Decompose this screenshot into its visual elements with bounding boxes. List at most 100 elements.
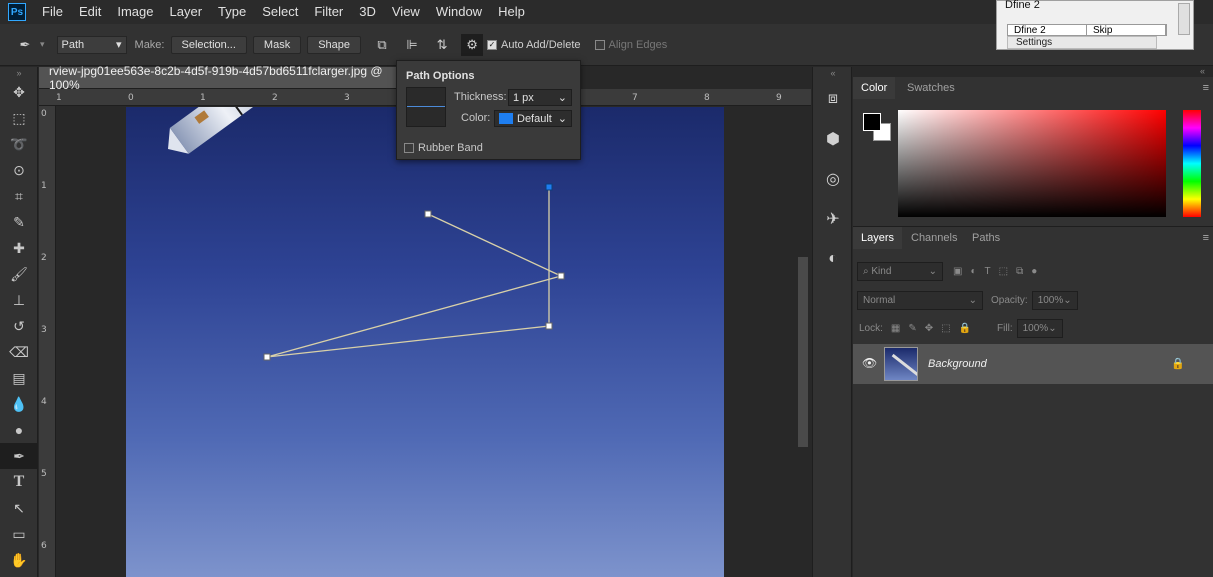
ruler-tick: 3 xyxy=(344,93,350,103)
color-picker-field[interactable] xyxy=(898,110,1166,217)
layer-row[interactable]: 👁 Background 🔒 xyxy=(853,344,1213,384)
collapse-icon[interactable]: » xyxy=(0,67,38,79)
tab-swatches[interactable]: Swatches xyxy=(899,77,963,99)
pen-tool-preset-icon[interactable]: ✒ xyxy=(14,34,36,56)
pen-tool-icon[interactable]: ✒ xyxy=(0,443,38,469)
menu-file[interactable]: File xyxy=(34,0,71,24)
path-color-select[interactable]: Default ⌄ xyxy=(494,110,572,127)
path-selection-tool-icon[interactable]: ↖ xyxy=(0,495,38,521)
smart-object-filter-icon[interactable]: ⧉ xyxy=(1016,266,1023,277)
lock-pixels-icon[interactable]: ✎ xyxy=(908,323,916,334)
dfine-row-left[interactable]: Dfine 2 xyxy=(1008,25,1087,36)
plugin-panel-icon[interactable]: ✈ xyxy=(813,199,853,239)
layer-kind-filter[interactable]: ⌕ Kind ⌄ xyxy=(857,262,943,281)
eraser-tool-icon[interactable]: ⌫ xyxy=(0,339,38,365)
adjustments-panel-icon[interactable]: ◎ xyxy=(813,159,853,199)
auto-add-delete-checkbox[interactable]: ✓ xyxy=(487,39,498,50)
lock-artboard-icon[interactable]: ⬚ xyxy=(941,323,950,334)
foreground-color-swatch[interactable] xyxy=(863,113,881,131)
path-operations-icon[interactable]: ⧉ xyxy=(371,34,393,56)
menu-3d[interactable]: 3D xyxy=(351,0,384,24)
collapse-icon[interactable]: « xyxy=(813,67,853,79)
lock-position-icon[interactable]: ✥ xyxy=(925,323,933,334)
blend-mode-value: Normal xyxy=(863,295,896,306)
lock-icon[interactable]: 🔒 xyxy=(1171,357,1185,370)
lock-transparent-icon[interactable]: ▦ xyxy=(891,323,900,334)
fill-input[interactable]: 100% ⌄ xyxy=(1016,319,1063,338)
menu-window[interactable]: Window xyxy=(428,0,490,24)
path-options-title: Path Options xyxy=(406,70,475,82)
dfine-settings-button[interactable]: Settings xyxy=(1007,36,1157,49)
lasso-tool-icon[interactable]: ➰ xyxy=(0,131,38,157)
tool-mode-select[interactable]: Path ▾ xyxy=(56,35,127,54)
menu-view[interactable]: View xyxy=(384,0,428,24)
type-filter-icon[interactable]: T xyxy=(985,266,991,277)
canvas-area[interactable] xyxy=(56,107,794,577)
shape-filter-icon[interactable]: ⬚ xyxy=(999,266,1008,277)
lock-all-icon[interactable]: 🔒 xyxy=(959,323,971,334)
rectangle-tool-icon[interactable]: ▭ xyxy=(0,521,38,547)
path-alignment-icon[interactable]: ⊫ xyxy=(401,34,423,56)
canvas-vertical-scrollbar[interactable] xyxy=(796,107,810,577)
crop-tool-icon[interactable]: ⌗ xyxy=(0,183,38,209)
eye-visibility-icon[interactable]: 👁 xyxy=(862,356,877,370)
panel-menu-icon[interactable]: ≡ xyxy=(1203,232,1209,244)
ruler-tick: 3 xyxy=(41,325,47,335)
quick-selection-tool-icon[interactable]: ⊙ xyxy=(0,157,38,183)
gradient-tool-icon[interactable]: ▤ xyxy=(0,365,38,391)
chevron-down-icon: ▾ xyxy=(116,39,122,51)
tab-color[interactable]: Color xyxy=(853,77,896,99)
marquee-tool-icon[interactable]: ⬚ xyxy=(0,105,38,131)
menu-filter[interactable]: Filter xyxy=(306,0,351,24)
hand-tool-icon[interactable]: ✋ xyxy=(0,547,38,573)
make-mask-button[interactable]: Mask xyxy=(252,35,302,54)
panel-menu-icon[interactable]: ≡ xyxy=(1203,82,1209,94)
move-tool-icon[interactable]: ✥ xyxy=(0,79,38,105)
gear-icon[interactable]: ⚙ xyxy=(461,33,484,56)
dodge-tool-icon[interactable]: ● xyxy=(0,417,38,443)
chevron-down-icon[interactable]: ▾ xyxy=(40,39,45,50)
thickness-input[interactable]: 1 px ⌄ xyxy=(508,89,572,106)
layer-thumbnail[interactable] xyxy=(884,347,918,381)
layer-name[interactable]: Background xyxy=(928,358,987,370)
opacity-input[interactable]: 100% ⌄ xyxy=(1031,291,1078,310)
image-filter-icon[interactable]: ▣ xyxy=(953,266,962,277)
rubber-band-checkbox[interactable] xyxy=(404,143,414,153)
history-brush-tool-icon[interactable]: ↺ xyxy=(0,313,38,339)
auto-add-delete-label: Auto Add/Delete xyxy=(501,38,581,51)
rocket-image[interactable] xyxy=(126,107,724,577)
menu-layer[interactable]: Layer xyxy=(162,0,211,24)
brush-tool-icon[interactable]: 🖌 xyxy=(0,261,38,287)
dfine-scrollbar[interactable] xyxy=(1178,3,1190,35)
blend-mode-select[interactable]: Normal ⌄ xyxy=(857,291,983,310)
3d-panel-icon[interactable]: ⬢ xyxy=(813,119,853,159)
menu-image[interactable]: Image xyxy=(109,0,161,24)
vertical-ruler: 0 1 2 3 4 5 6 xyxy=(39,106,56,577)
history-panel-icon[interactable]: ⧈ xyxy=(813,79,853,119)
tab-layers[interactable]: Layers xyxy=(853,227,903,249)
menu-select[interactable]: Select xyxy=(254,0,306,24)
dfine-row-right[interactable]: Skip xyxy=(1087,25,1166,36)
menu-help[interactable]: Help xyxy=(490,0,533,24)
path-arrangement-icon[interactable]: ⇅ xyxy=(431,34,453,56)
healing-brush-tool-icon[interactable]: ✚ xyxy=(0,235,38,261)
document-tab[interactable]: rview-jpg01ee563e-8c2b-4d5f-919b-4d57bd6… xyxy=(39,64,410,92)
tab-paths[interactable]: Paths xyxy=(964,227,1008,249)
hue-slider[interactable] xyxy=(1183,110,1201,217)
align-edges-checkbox[interactable] xyxy=(594,39,605,50)
eyedropper-tool-icon[interactable]: ✎ xyxy=(0,209,38,235)
blur-tool-icon[interactable]: 💧 xyxy=(0,391,38,417)
make-selection-button[interactable]: Selection... xyxy=(170,35,247,54)
type-tool-icon[interactable]: T xyxy=(0,469,38,495)
clone-stamp-tool-icon[interactable]: ⊥ xyxy=(0,287,38,313)
scrollbar-thumb[interactable] xyxy=(798,257,808,447)
tab-channels[interactable]: Channels xyxy=(903,227,965,249)
make-shape-button[interactable]: Shape xyxy=(307,35,362,54)
ruler-tick: 2 xyxy=(272,93,278,103)
menu-type[interactable]: Type xyxy=(210,0,254,24)
collapse-icon[interactable]: « xyxy=(1200,66,1205,76)
filter-toggle-icon[interactable]: ● xyxy=(1031,266,1037,277)
properties-panel-icon[interactable]: ◐ xyxy=(813,239,853,279)
menu-edit[interactable]: Edit xyxy=(71,0,109,24)
adjustment-filter-icon[interactable]: ◐ xyxy=(970,266,976,277)
